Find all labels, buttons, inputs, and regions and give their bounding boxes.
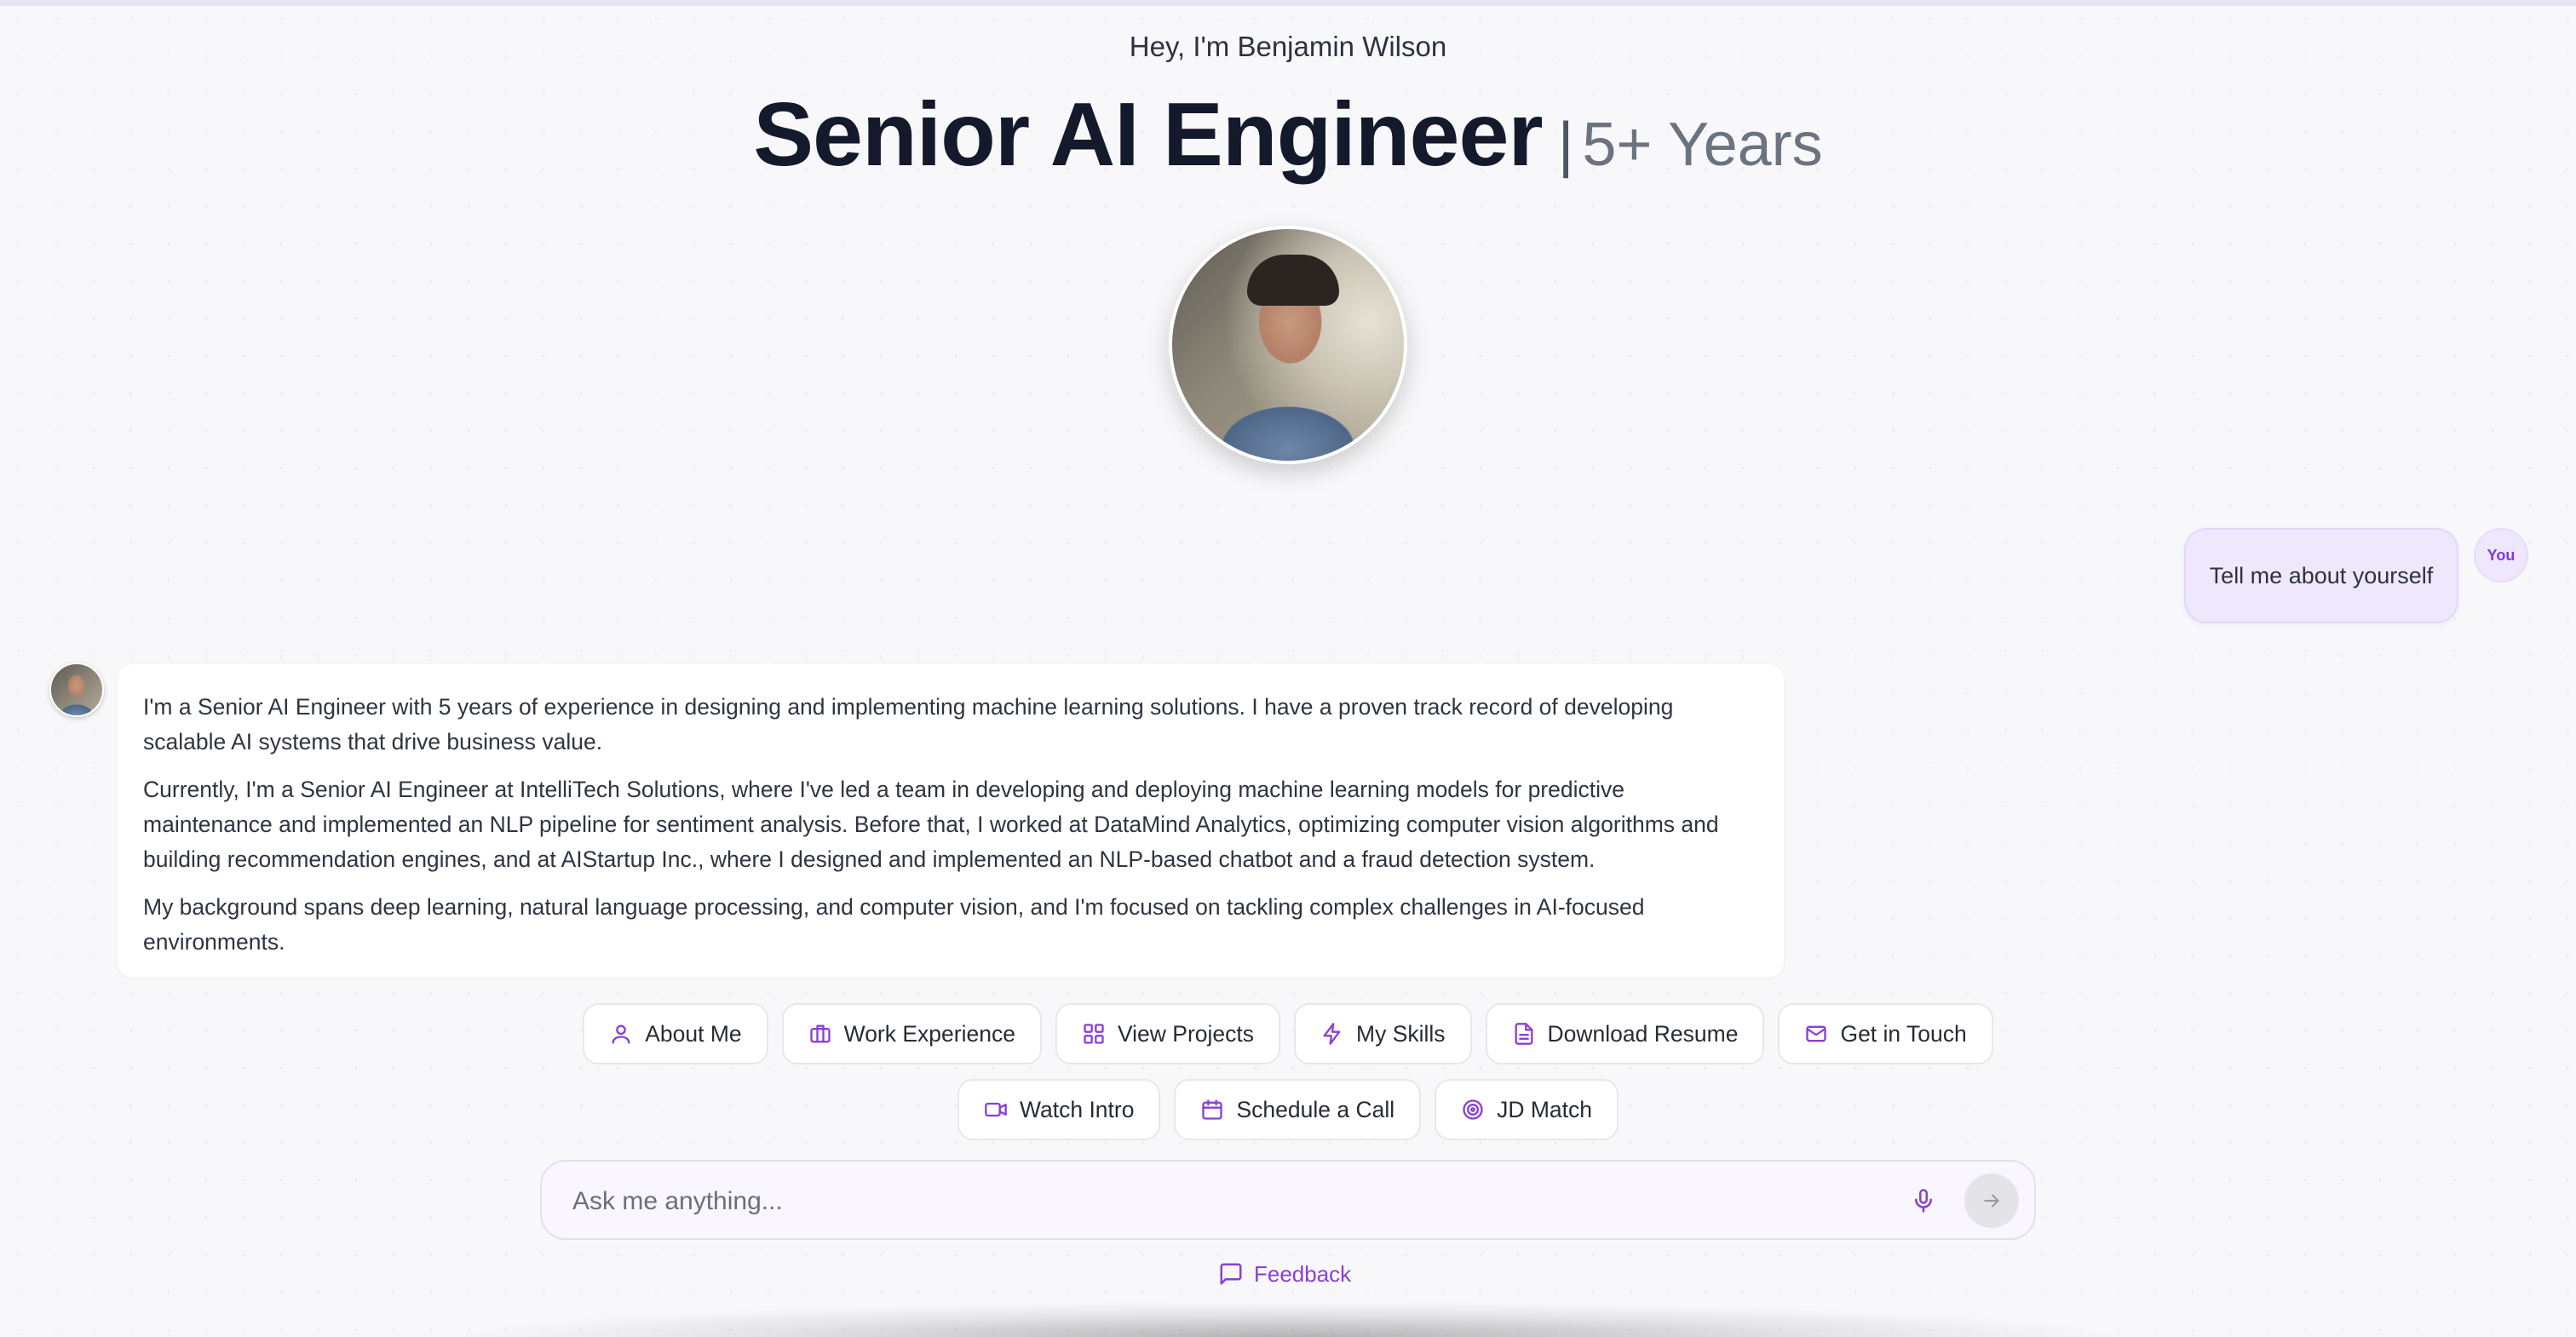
user-icon	[612, 1024, 630, 1044]
assistant-paragraph-3: My background spans deep learning, natur…	[143, 894, 1645, 955]
view-projects-label: View Projects	[1117, 1020, 1255, 1047]
chat-input[interactable]	[571, 1177, 1835, 1226]
quick-actions-row-2: Watch Intro Schedule a Call JD Match	[0, 1079, 2576, 1140]
user-message-bubble: Tell me about yourself	[2184, 528, 2458, 623]
about-me-button[interactable]: About Me	[583, 1003, 768, 1064]
assistant-paragraph-1: I'm a Senior AI Engineer with 5 years of…	[143, 694, 1674, 755]
top-divider	[0, 0, 2576, 6]
feedback-link[interactable]: Feedback	[1218, 1257, 1351, 1291]
assistant-paragraph-2: Currently, I'm a Senior AI Engineer at I…	[143, 777, 1719, 872]
send-button[interactable]	[1964, 1173, 2019, 1228]
grid-icon	[1084, 1024, 1104, 1044]
my-skills-button[interactable]: My Skills	[1294, 1003, 1472, 1064]
title-separator: |	[1557, 111, 1574, 179]
page-title: Senior AI Engineer | 5+ Years	[0, 83, 2576, 186]
download-resume-button[interactable]: Download Resume	[1485, 1003, 1765, 1064]
schedule-call-button[interactable]: Schedule a Call	[1174, 1079, 1422, 1140]
role-title: Senior AI Engineer	[753, 84, 1543, 185]
jd-match-button[interactable]: JD Match	[1435, 1079, 1619, 1140]
portfolio-chat-page: Hey, I'm Benjamin Wilson Senior AI Engin…	[0, 0, 2576, 1337]
assistant-message-bubble: I'm a Senior AI Engineer with 5 years of…	[118, 664, 1784, 978]
assistant-avatar	[49, 663, 104, 717]
experience-years: 5+ Years	[1582, 111, 1823, 179]
greeting-text: Hey, I'm Benjamin Wilson	[1129, 31, 1447, 62]
chat-composer	[540, 1160, 2036, 1240]
my-skills-label: My Skills	[1356, 1020, 1446, 1047]
user-avatar: You	[2474, 528, 2528, 582]
work-experience-button[interactable]: Work Experience	[781, 1003, 1042, 1064]
quick-actions-row-1: About Me Work Experience View Projects M…	[0, 1003, 2576, 1064]
message-icon	[1220, 1263, 1242, 1285]
get-in-touch-label: Get in Touch	[1840, 1020, 1967, 1047]
jd-match-label: JD Match	[1497, 1096, 1593, 1122]
work-experience-label: Work Experience	[843, 1020, 1015, 1047]
watch-intro-button[interactable]: Watch Intro	[957, 1079, 1161, 1140]
get-in-touch-button[interactable]: Get in Touch	[1778, 1003, 1993, 1064]
user-avatar-label: You	[2487, 546, 2516, 564]
profile-photo	[1169, 226, 1407, 464]
microphone-button[interactable]	[1906, 1184, 1941, 1218]
feedback-label: Feedback	[1254, 1260, 1352, 1287]
microphone-icon	[1915, 1189, 1932, 1213]
calendar-icon	[1202, 1099, 1223, 1120]
schedule-call-label: Schedule a Call	[1236, 1096, 1395, 1122]
view-projects-button[interactable]: View Projects	[1055, 1003, 1281, 1064]
user-message-text: Tell me about yourself	[2209, 562, 2434, 588]
video-icon	[985, 1102, 1007, 1117]
document-icon	[1515, 1023, 1533, 1045]
target-icon	[1463, 1099, 1483, 1120]
watch-intro-label: Watch Intro	[1019, 1096, 1135, 1122]
download-resume-label: Download Resume	[1547, 1020, 1739, 1047]
mail-icon	[1806, 1025, 1827, 1042]
arrow-right-icon	[1984, 1194, 1999, 1208]
about-me-label: About Me	[645, 1020, 742, 1047]
briefcase-icon	[809, 1024, 831, 1043]
profile-photo-hair	[1247, 255, 1339, 306]
lightning-icon	[1323, 1023, 1341, 1045]
bottom-shadow	[443, 1301, 2133, 1337]
